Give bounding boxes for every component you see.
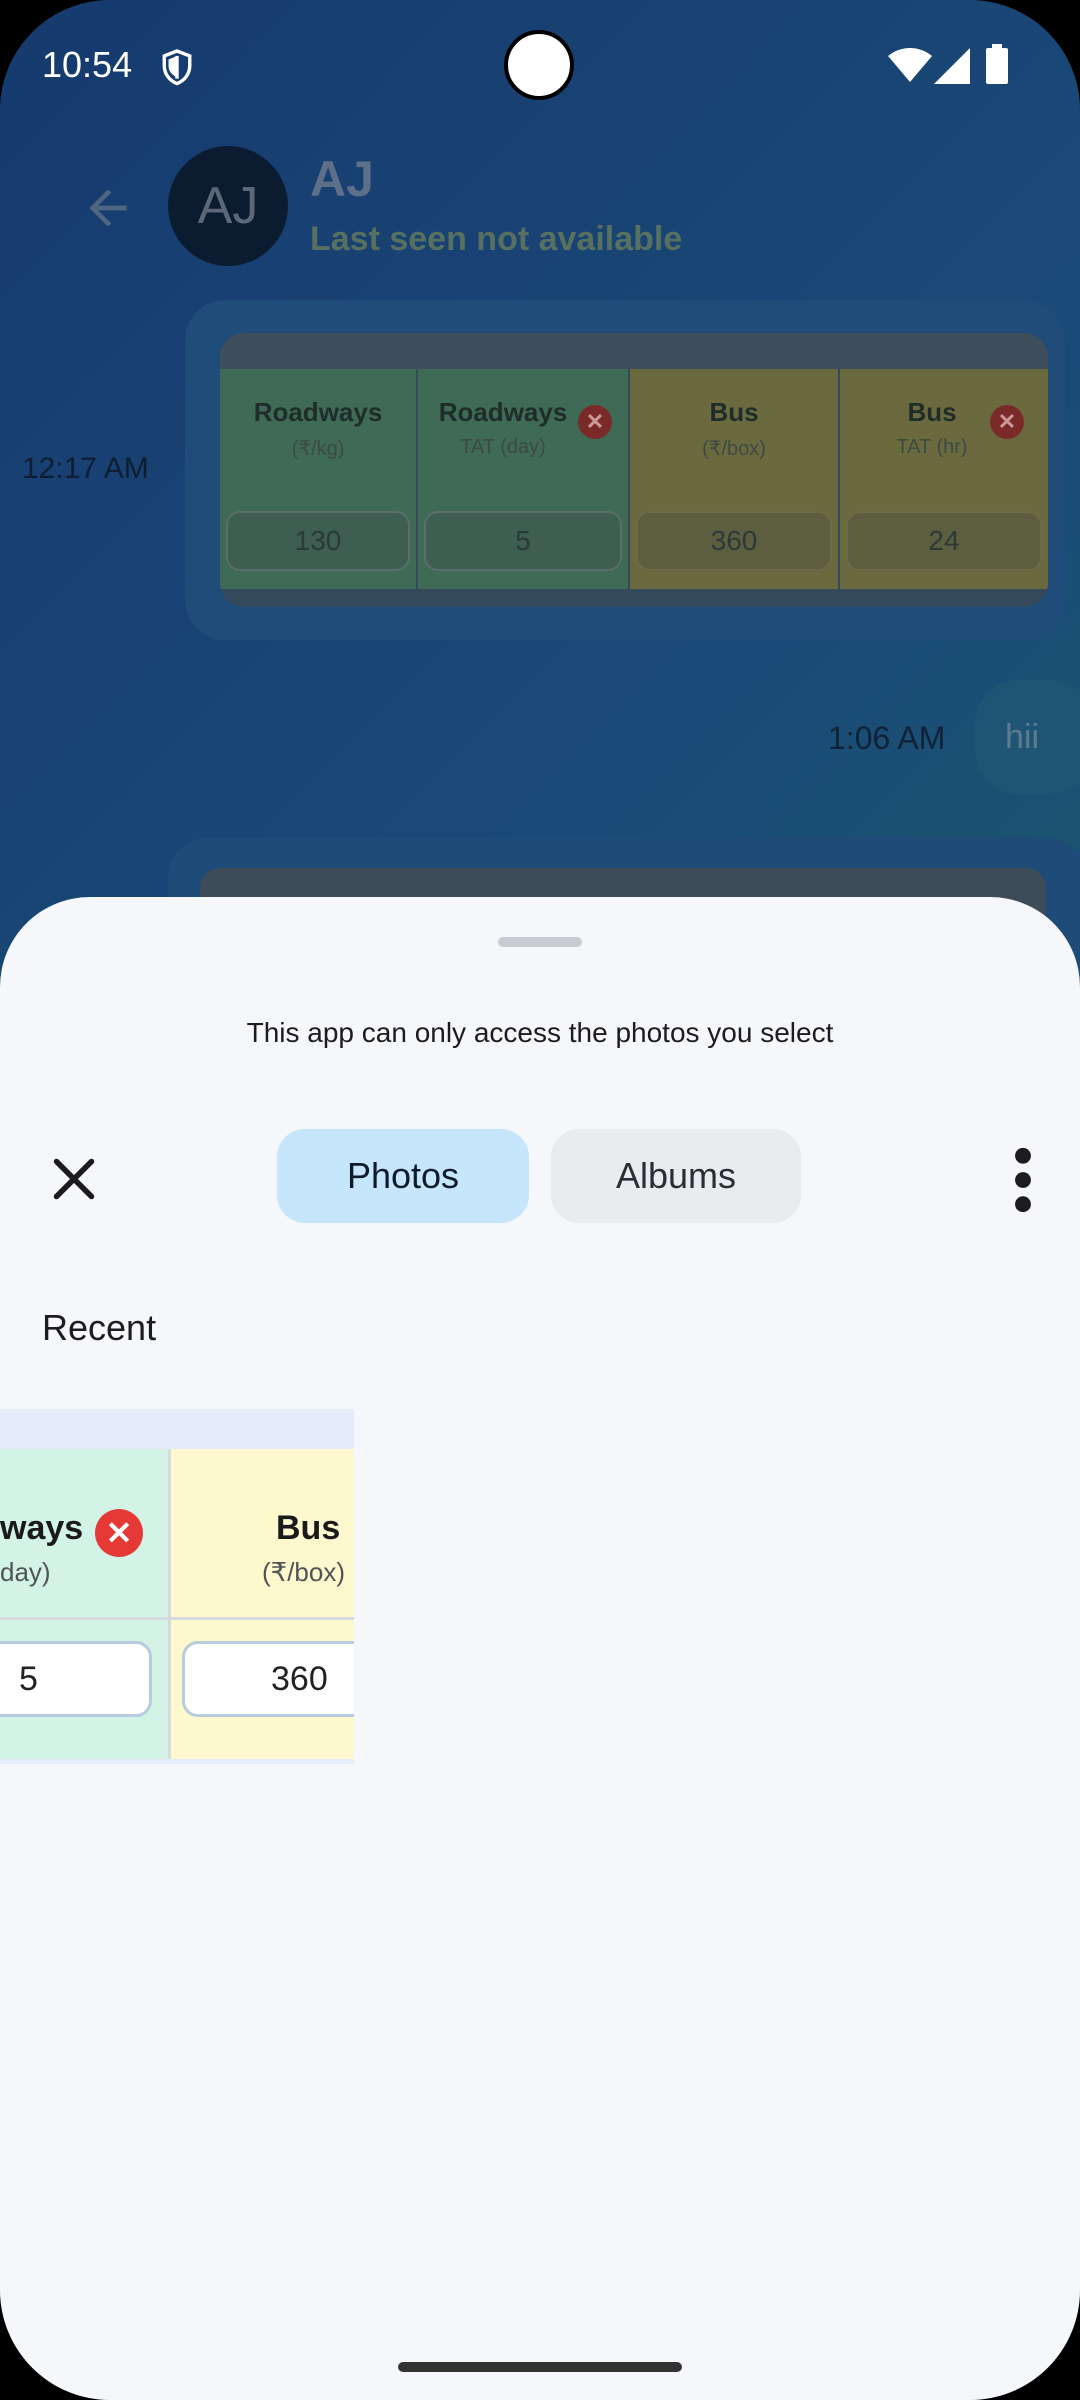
camera-cutout	[504, 30, 574, 100]
column-value: 5	[424, 511, 622, 571]
remove-icon: ✕	[990, 405, 1024, 439]
battery-icon	[986, 44, 1008, 84]
thumb-divider	[168, 1449, 171, 1759]
remove-icon: ✕	[578, 405, 612, 439]
home-indicator[interactable]	[398, 2362, 682, 2372]
column-title: Roadways	[438, 397, 568, 427]
tab-albums[interactable]: Albums	[551, 1129, 801, 1223]
column-subtitle: TAT (day)	[460, 436, 546, 458]
table-column: Roadways TAT (day) ✕ 5	[418, 369, 628, 589]
shield-icon	[162, 49, 192, 86]
message-bubble[interactable]: hii	[975, 680, 1080, 794]
wifi-icon	[888, 48, 932, 82]
status-clock: 10:54	[42, 44, 133, 85]
thumb-col2-title: Bus	[276, 1509, 341, 1547]
message-text: hii	[1005, 717, 1040, 756]
tab-photos[interactable]: Photos	[277, 1129, 529, 1223]
thumb-col1-title: ways	[0, 1509, 84, 1547]
message-timestamp: 12:17 AM	[22, 452, 149, 485]
chat-name[interactable]: AJ	[310, 150, 374, 208]
message-table-image[interactable]: Roadways (₹/kg) 130 Roadways TAT (day) ✕…	[220, 333, 1048, 607]
column-value: 24	[846, 511, 1042, 571]
photo-thumbnail[interactable]: ways day) ✕ Bus (₹/box) 5 360	[0, 1409, 354, 1764]
table-column: Bus (₹/box) 360	[630, 369, 838, 589]
thumb-divider	[0, 1617, 354, 1620]
column-title: Bus	[709, 397, 759, 427]
photo-picker-sheet: This app can only access the photos you …	[0, 897, 1080, 2400]
close-icon[interactable]	[44, 1149, 104, 1209]
section-title-recent: Recent	[42, 1307, 157, 1348]
table-column: Roadways (₹/kg) 130	[220, 369, 416, 589]
thumb-col1-sub: day)	[0, 1557, 51, 1587]
column-subtitle: (₹/kg)	[291, 438, 345, 460]
status-bar: 10:54	[0, 0, 1080, 130]
back-arrow-icon[interactable]	[80, 180, 136, 236]
table-column: Bus TAT (hr) ✕ 24	[840, 369, 1048, 589]
drag-handle[interactable]	[498, 937, 582, 947]
column-value: 130	[226, 511, 410, 571]
chat-status: Last seen not available	[310, 220, 683, 258]
avatar[interactable]: AJ	[168, 146, 288, 266]
message-timestamp: 1:06 AM	[828, 720, 946, 756]
table-topbar	[220, 333, 1048, 369]
thumb-input-2: 360	[182, 1641, 354, 1717]
screen: AJ AJ Last seen not available 12:17 AM R…	[0, 0, 1080, 2400]
more-vert-icon[interactable]	[1008, 1147, 1038, 1213]
column-subtitle: TAT (hr)	[896, 436, 968, 458]
remove-icon: ✕	[95, 1509, 143, 1557]
thumb-input-1: 5	[0, 1641, 152, 1717]
column-value: 360	[636, 511, 832, 571]
permission-notice: This app can only access the photos you …	[246, 1017, 834, 1048]
column-subtitle: (₹/box)	[702, 438, 766, 460]
signal-icon	[934, 48, 970, 84]
column-title: Roadways	[253, 397, 383, 427]
thumb-col2-sub: (₹/box)	[262, 1557, 346, 1587]
